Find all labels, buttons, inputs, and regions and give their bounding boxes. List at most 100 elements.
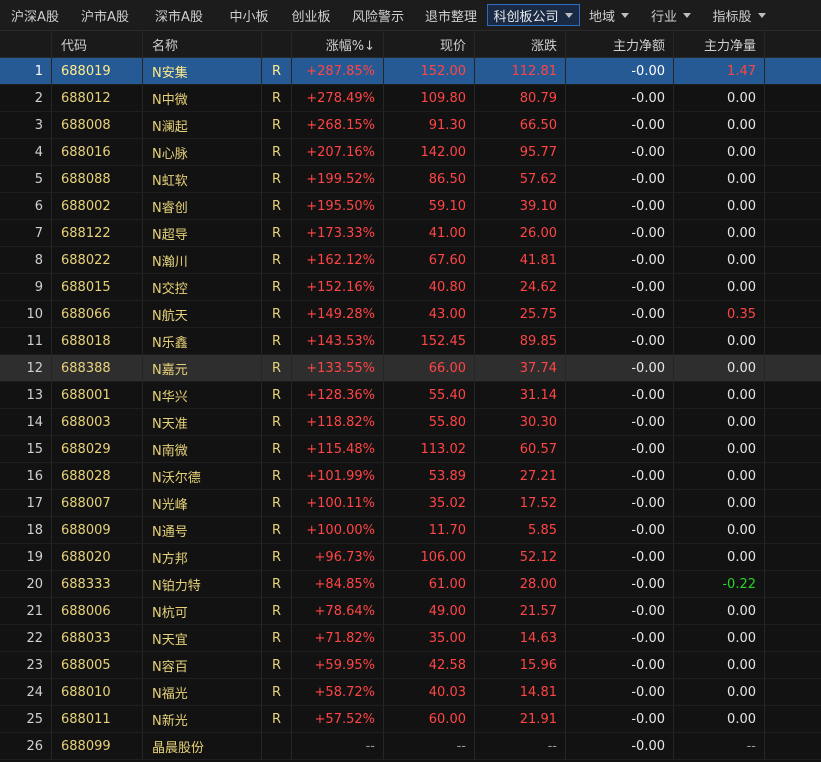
current-price: 109.80 xyxy=(384,85,475,111)
row-index: 22 xyxy=(0,625,52,651)
table-row[interactable]: 8 688022 N瀚川 R +162.12% 67.60 41.81 -0.00 0.00 xyxy=(0,247,821,274)
row-index: 14 xyxy=(0,409,52,435)
change-percent: +149.28% xyxy=(292,301,384,327)
table-row[interactable]: 9 688015 N交控 R +152.16% 40.80 24.62 -0.00 0.00 xyxy=(0,274,821,301)
main-net-amount: -0.00 xyxy=(566,679,674,705)
main-net-amount: -0.00 xyxy=(566,490,674,516)
main-net-amount: -0.00 xyxy=(566,571,674,597)
stock-name: N容百 xyxy=(143,652,262,678)
tab-7[interactable]: 科创板公司 xyxy=(486,0,580,30)
table-row[interactable]: 20 688333 N铂力特 R +84.85% 61.00 28.00 -0.00 -0.22 xyxy=(0,571,821,598)
row-spacer xyxy=(765,166,821,192)
main-net-volume: 0.00 xyxy=(674,247,765,273)
main-net-volume: 0.00 xyxy=(674,328,765,354)
table-row[interactable]: 18 688009 N通号 R +100.00% 11.70 5.85 -0.00 0.00 xyxy=(0,517,821,544)
table-row[interactable]: 12 688388 N嘉元 R +133.55% 66.00 37.74 -0.00 0.00 xyxy=(0,355,821,382)
stock-code: 688001 xyxy=(52,382,143,408)
header-price[interactable]: 现价 xyxy=(384,31,475,57)
main-net-volume: 0.00 xyxy=(674,463,765,489)
price-change: 112.81 xyxy=(475,58,566,84)
table-row[interactable]: 21 688006 N杭可 R +78.64% 49.00 21.57 -0.00 0.00 xyxy=(0,598,821,625)
tab-0[interactable]: 沪深A股 xyxy=(0,0,70,30)
tab-content: 深市A股 xyxy=(155,6,203,25)
header-change[interactable]: 涨跌 xyxy=(475,31,566,57)
table-row[interactable]: 3 688008 N澜起 R +268.15% 91.30 66.50 -0.00 0.00 xyxy=(0,112,821,139)
current-price: 40.80 xyxy=(384,274,475,300)
current-price: 91.30 xyxy=(384,112,475,138)
main-net-volume: 0.00 xyxy=(674,220,765,246)
table-row[interactable]: 26 688099 晶晨股份 -- -- -- -0.00 -- xyxy=(0,733,821,760)
main-net-amount: -0.00 xyxy=(566,733,674,759)
table-row[interactable]: 1 688019 N安集 R +287.85% 152.00 112.81 -0.00 1.47 xyxy=(0,58,821,85)
main-net-volume: -- xyxy=(674,733,765,759)
row-spacer xyxy=(765,112,821,138)
main-net-amount: -0.00 xyxy=(566,139,674,165)
tab-9[interactable]: 行业 xyxy=(640,0,702,30)
stock-code: 688020 xyxy=(52,544,143,570)
row-spacer xyxy=(765,193,821,219)
change-percent: +84.85% xyxy=(292,571,384,597)
tab-3[interactable]: 中小板 xyxy=(218,0,280,30)
tab-2[interactable]: 深市A股 xyxy=(140,0,218,30)
table-row[interactable]: 22 688033 N天宜 R +71.82% 35.00 14.63 -0.00 0.00 xyxy=(0,625,821,652)
market-tab-bar: 沪深A股 沪市A股 深市A股 中小板 创业板 风险警示 退市整理 科创板公司 地域 行业 指标股 xyxy=(0,0,821,31)
tab-5[interactable]: 风险警示 xyxy=(342,0,414,30)
chevron-down-icon xyxy=(683,12,691,18)
tab-1[interactable]: 沪市A股 xyxy=(70,0,140,30)
main-net-volume: 0.00 xyxy=(674,652,765,678)
row-index: 3 xyxy=(0,112,52,138)
header-main-net-volume[interactable]: 主力净量 xyxy=(674,31,765,57)
table-row[interactable]: 15 688029 N南微 R +115.48% 113.02 60.57 -0.00 0.00 xyxy=(0,436,821,463)
margin-flag: R xyxy=(262,463,292,489)
row-spacer xyxy=(765,625,821,651)
tab-6[interactable]: 退市整理 xyxy=(414,0,488,30)
header-name[interactable]: 名称 xyxy=(143,31,262,57)
header-change-percent[interactable]: 涨幅%↓ xyxy=(292,31,384,57)
table-row[interactable]: 19 688020 N方邦 R +96.73% 106.00 52.12 -0.00 0.00 xyxy=(0,544,821,571)
change-percent: +268.15% xyxy=(292,112,384,138)
stock-name: N方邦 xyxy=(143,544,262,570)
table-row[interactable]: 10 688066 N航天 R +149.28% 43.00 25.75 -0.00 0.35 xyxy=(0,301,821,328)
table-row[interactable]: 17 688007 N光峰 R +100.11% 35.02 17.52 -0.00 0.00 xyxy=(0,490,821,517)
table-row[interactable]: 24 688010 N福光 R +58.72% 40.03 14.81 -0.00 0.00 xyxy=(0,679,821,706)
row-spacer xyxy=(765,58,821,84)
stock-code: 688012 xyxy=(52,85,143,111)
tab-4[interactable]: 创业板 xyxy=(280,0,342,30)
row-spacer xyxy=(765,517,821,543)
change-percent: +195.50% xyxy=(292,193,384,219)
row-index: 15 xyxy=(0,436,52,462)
table-row[interactable]: 7 688122 N超导 R +173.33% 41.00 26.00 -0.00 0.00 xyxy=(0,220,821,247)
stock-name: N澜起 xyxy=(143,112,262,138)
table-row[interactable]: 6 688002 N睿创 R +195.50% 59.10 39.10 -0.00 0.00 xyxy=(0,193,821,220)
table-row[interactable]: 16 688028 N沃尔德 R +101.99% 53.89 27.21 -0.00 0.00 xyxy=(0,463,821,490)
main-net-volume: 0.00 xyxy=(674,166,765,192)
tab-8[interactable]: 地域 xyxy=(578,0,640,30)
current-price: 55.80 xyxy=(384,409,475,435)
table-row[interactable]: 14 688003 N天准 R +118.82% 55.80 30.30 -0.00 0.00 xyxy=(0,409,821,436)
row-index: 8 xyxy=(0,247,52,273)
current-price: 61.00 xyxy=(384,571,475,597)
stock-name: N通号 xyxy=(143,517,262,543)
table-row[interactable]: 5 688088 N虹软 R +199.52% 86.50 57.62 -0.00 0.00 xyxy=(0,166,821,193)
main-net-volume: 0.00 xyxy=(674,625,765,651)
current-price: 11.70 xyxy=(384,517,475,543)
header-code[interactable]: 代码 xyxy=(52,31,143,57)
tab-10[interactable]: 指标股 xyxy=(702,0,776,30)
row-spacer xyxy=(765,139,821,165)
table-row[interactable]: 25 688011 N新光 R +57.52% 60.00 21.91 -0.00 0.00 xyxy=(0,706,821,733)
margin-flag: R xyxy=(262,112,292,138)
row-index: 25 xyxy=(0,706,52,732)
main-net-volume: 0.00 xyxy=(674,517,765,543)
row-spacer xyxy=(765,544,821,570)
header-main-net-amount[interactable]: 主力净额 xyxy=(566,31,674,57)
main-net-volume: 0.00 xyxy=(674,193,765,219)
row-spacer xyxy=(765,490,821,516)
table-row[interactable]: 23 688005 N容百 R +59.95% 42.58 15.96 -0.00 0.00 xyxy=(0,652,821,679)
change-percent: +199.52% xyxy=(292,166,384,192)
table-row[interactable]: 11 688018 N乐鑫 R +143.53% 152.45 89.85 -0.00 0.00 xyxy=(0,328,821,355)
table-row[interactable]: 2 688012 N中微 R +278.49% 109.80 80.79 -0.00 0.00 xyxy=(0,85,821,112)
table-row[interactable]: 4 688016 N心脉 R +207.16% 142.00 95.77 -0.00 0.00 xyxy=(0,139,821,166)
main-net-volume: 0.00 xyxy=(674,85,765,111)
table-row[interactable]: 13 688001 N华兴 R +128.36% 55.40 31.14 -0.00 0.00 xyxy=(0,382,821,409)
current-price: 152.45 xyxy=(384,328,475,354)
